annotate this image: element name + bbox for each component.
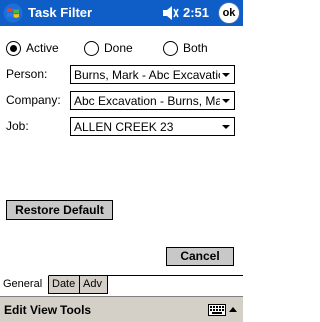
- cancel-button[interactable]: Cancel: [166, 247, 234, 266]
- keyboard-icon[interactable]: [208, 304, 226, 316]
- tab-date[interactable]: Date: [49, 275, 80, 294]
- clock[interactable]: 2:51: [183, 5, 209, 20]
- ok-button[interactable]: ok: [218, 2, 240, 24]
- radio-done-label: Done: [104, 41, 133, 55]
- company-value: Abc Excavation - Burns, Ma: [74, 94, 220, 108]
- menu-view[interactable]: View: [30, 303, 57, 317]
- person-value: Burns, Mark - Abc Excavatio: [74, 68, 220, 82]
- radio-active[interactable]: Active: [6, 40, 59, 56]
- window-title: Task Filter: [28, 5, 93, 20]
- person-select[interactable]: Burns, Mark - Abc Excavatio: [70, 65, 235, 84]
- radio-active-indicator[interactable]: [6, 40, 21, 56]
- up-arrow-icon[interactable]: [229, 306, 237, 312]
- radio-both[interactable]: Both: [163, 40, 208, 56]
- job-select[interactable]: ALLEN CREEK 23: [70, 117, 235, 136]
- chevron-down-icon[interactable]: [220, 95, 232, 107]
- windows-flag-icon[interactable]: [3, 3, 23, 23]
- radio-done-indicator[interactable]: [84, 40, 99, 56]
- menu-bar: Edit View Tools: [0, 296, 243, 322]
- tab-strip: General Date Adv: [0, 275, 243, 294]
- speaker-icon[interactable]: [162, 5, 180, 21]
- job-label: Job:: [6, 119, 29, 133]
- tab-general[interactable]: General: [0, 275, 49, 294]
- radio-done[interactable]: Done: [84, 40, 133, 56]
- radio-active-label: Active: [26, 41, 59, 55]
- restore-default-button[interactable]: Restore Default: [6, 200, 113, 220]
- radio-both-label: Both: [183, 41, 208, 55]
- menu-tools[interactable]: Tools: [60, 303, 91, 317]
- title-bar: Task Filter 2:51 ok: [0, 0, 243, 26]
- chevron-down-icon[interactable]: [220, 69, 232, 81]
- company-select[interactable]: Abc Excavation - Burns, Ma: [70, 91, 235, 110]
- tab-adv[interactable]: Adv: [80, 275, 108, 294]
- chevron-down-icon[interactable]: [220, 121, 232, 133]
- radio-both-indicator[interactable]: [163, 40, 178, 56]
- company-label: Company:: [6, 93, 61, 107]
- person-label: Person:: [6, 67, 48, 81]
- job-value: ALLEN CREEK 23: [74, 120, 174, 134]
- menu-edit[interactable]: Edit: [4, 303, 27, 317]
